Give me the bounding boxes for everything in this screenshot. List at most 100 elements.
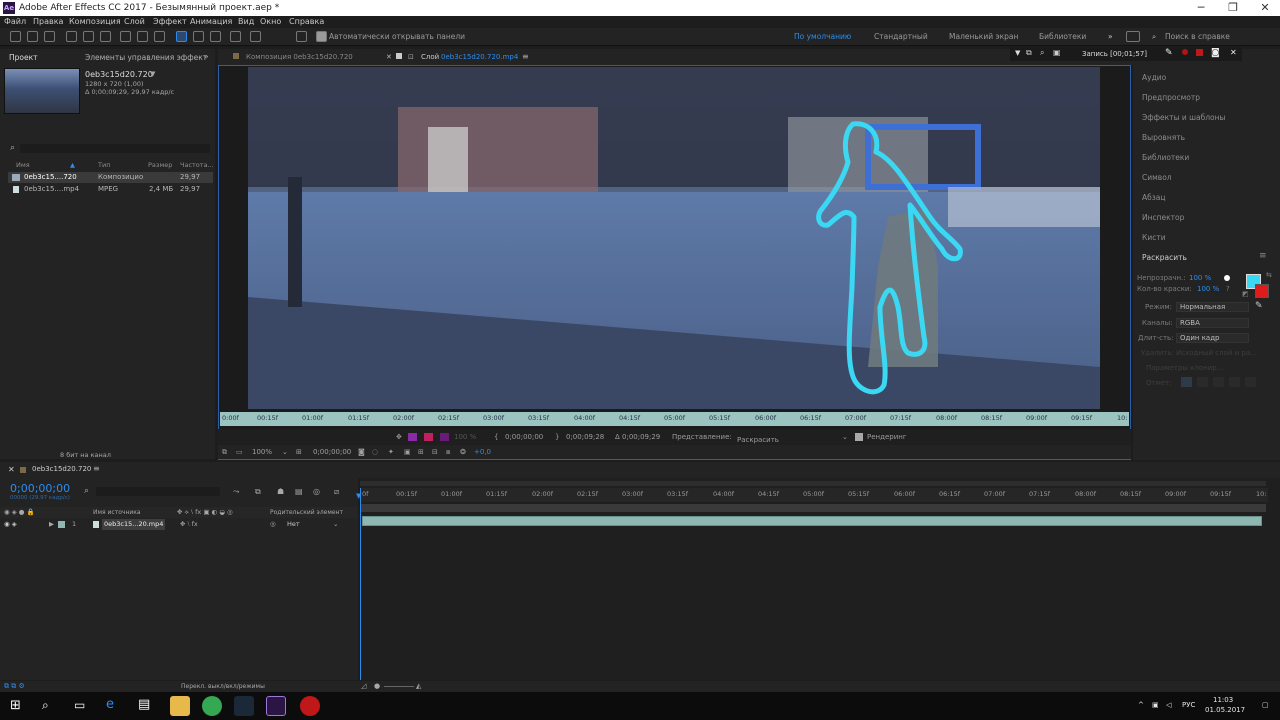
menu-file[interactable]: Файл <box>4 16 26 28</box>
start-icon[interactable]: ⊞ <box>10 698 21 713</box>
grid-icon[interactable]: ⊟ <box>432 445 438 459</box>
rectangle-tool-icon[interactable] <box>120 31 131 42</box>
zoom-in-icon[interactable]: ◭ <box>416 682 421 690</box>
panel-character[interactable]: Символ <box>1142 173 1172 182</box>
pen-tool-icon[interactable] <box>137 31 148 42</box>
frame-blending-icon[interactable]: ▤ <box>295 487 303 496</box>
shy-layers-icon[interactable]: ☗ <box>277 487 284 496</box>
layer-row[interactable]: ◉ ◈ ▶ 1 0eb3c15...20.mp4 ✥ ⧵ fx ◎ Нет ⌄ <box>0 519 358 530</box>
record-dot-icon[interactable] <box>1182 49 1188 55</box>
zoom-slider-icon[interactable]: ● <box>374 682 380 690</box>
bit-depth-button[interactable]: 8 бит на канал <box>60 451 111 459</box>
menu-layer[interactable]: Слой <box>124 16 145 28</box>
channels-dropdown[interactable]: RGBA <box>1176 318 1249 328</box>
exposure-value[interactable]: +0,0 <box>474 445 491 459</box>
close-preview-icon[interactable]: ✕ <box>1230 48 1237 57</box>
workspace-libraries[interactable]: Библиотеки <box>1039 28 1086 46</box>
playhead[interactable] <box>360 488 361 680</box>
maximize-button[interactable]: ❐ <box>1218 0 1248 16</box>
reset-exposure-icon[interactable]: ❂ <box>460 445 466 459</box>
workspace-small-screen[interactable]: Маленький экран <box>949 28 1018 46</box>
panel-brushes[interactable]: Кисти <box>1142 233 1166 242</box>
mask-icon[interactable]: ⧈ <box>446 445 450 459</box>
work-area-range[interactable] <box>360 504 1266 512</box>
status-icons[interactable]: ⧉ ⧉ ⚙ <box>4 682 25 691</box>
default-colors-icon[interactable]: ◩ <box>1242 290 1249 298</box>
layer-duration-bar[interactable] <box>362 516 1262 526</box>
transparency-grid-icon[interactable]: ⊞ <box>418 445 424 459</box>
always-preview-icon[interactable]: ⧉ <box>222 445 227 459</box>
col-parent[interactable]: Родительский элемент <box>270 509 343 516</box>
pick-whip-icon[interactable]: ◎ <box>270 520 276 528</box>
work-area-bar[interactable] <box>360 481 1266 486</box>
zoom-out-icon[interactable]: ◿ <box>361 682 366 690</box>
view-dropdown[interactable]: Раскрасить <box>734 432 850 444</box>
project-row[interactable]: 0eb3c15....mp4 MPEG 2,4 МБ 29,97 <box>8 184 213 195</box>
sort-ascending-icon[interactable]: ▲ <box>70 161 75 169</box>
layer-label-color[interactable] <box>58 521 65 528</box>
comp-flowchart-icon[interactable]: ⤳ <box>233 487 239 497</box>
menu-help[interactable]: Справка <box>289 16 324 28</box>
color-swatch-pink[interactable] <box>424 433 433 441</box>
timeline-search-input[interactable] <box>96 487 220 496</box>
pan-behind-tool-icon[interactable] <box>100 31 111 42</box>
preview-frame-icon[interactable]: ▣ <box>1053 48 1061 57</box>
search-icon[interactable]: ⌕ <box>42 698 49 713</box>
clock-date[interactable]: 01.05.2017 <box>1205 706 1245 714</box>
col-fps[interactable]: Частота... <box>180 161 214 169</box>
menu-animation[interactable]: Анимация <box>190 16 232 28</box>
background-color-swatch[interactable] <box>1255 284 1269 298</box>
menu-view[interactable]: Вид <box>238 16 254 28</box>
zoom-value[interactable]: 100% <box>252 445 272 459</box>
panel-audio[interactable]: Аудио <box>1142 73 1166 82</box>
search-help-field[interactable]: Поиск в справке <box>1165 28 1230 46</box>
network-icon[interactable]: ▣ <box>1152 701 1159 709</box>
workspace-standard[interactable]: Стандартный <box>874 28 928 46</box>
preview-search-icon[interactable]: ⌕ <box>1040 48 1044 58</box>
pen-icon[interactable]: ✎ <box>1165 48 1173 58</box>
out-point-icon[interactable]: } <box>555 429 559 445</box>
steam-icon[interactable] <box>234 696 254 716</box>
chrome-icon[interactable] <box>202 696 222 716</box>
panel-libraries[interactable]: Библиотеки <box>1142 153 1189 162</box>
zoom-dropdown-icon[interactable]: ⌄ <box>282 445 288 459</box>
opacity-value[interactable]: 100 % <box>1189 274 1211 282</box>
paint-menu-icon[interactable]: ≡ <box>1259 251 1267 261</box>
stop-icon[interactable] <box>1196 49 1203 56</box>
menu-edit[interactable]: Правка <box>33 16 63 28</box>
tab-layer-name[interactable]: 0eb3c15d20.720.mp4 <box>441 53 518 61</box>
panel-overflow-icon[interactable]: » <box>204 52 209 61</box>
timeline-search-icon[interactable]: ⌕ <box>84 486 89 496</box>
tab-menu-icon[interactable]: ≡ <box>522 52 529 61</box>
out-time[interactable]: 0;00;09;28 <box>566 429 604 445</box>
visibility-icon[interactable]: ◉ ◈ <box>4 520 17 528</box>
rotate-tool-icon[interactable] <box>66 31 77 42</box>
toolbar-menu-icon[interactable] <box>296 31 307 42</box>
project-row[interactable]: 0eb3c15....720 Композицио 29,97 <box>8 172 213 183</box>
minimize-button[interactable]: ─ <box>1186 0 1216 16</box>
tab-project[interactable]: Проект <box>9 53 38 62</box>
close-tab-icon[interactable]: ✕ <box>386 53 392 61</box>
brush-tool-icon[interactable] <box>176 31 187 42</box>
workspace-default[interactable]: По умолчанию <box>794 28 851 46</box>
panel-effects-presets[interactable]: Эффекты и шаблоны <box>1142 113 1225 122</box>
view-dropdown-arrow-icon[interactable]: ⌄ <box>842 429 848 445</box>
preview-control-icon[interactable]: ⧉ <box>1026 48 1032 58</box>
help-icon[interactable]: ? <box>1226 285 1230 293</box>
close-button[interactable]: ✕ <box>1250 0 1280 16</box>
toggle-switches-modes[interactable]: Перекл. выкл/вкл/режимы <box>181 683 265 690</box>
auto-open-checkbox[interactable] <box>316 31 327 42</box>
recorder-icon[interactable] <box>300 696 320 716</box>
expand-layer-icon[interactable]: ▶ <box>49 520 54 528</box>
tab-layer-prefix[interactable]: Слой <box>421 53 439 61</box>
parent-dropdown-icon[interactable]: ⌄ <box>333 520 338 528</box>
preview-collapse-icon[interactable]: ▼ <box>1015 49 1020 57</box>
store-icon[interactable]: ▤ <box>138 697 150 712</box>
layer-time-ruler[interactable]: 0:00f 00:15f 01:00f 01:15f 02:00f 02:15f… <box>220 412 1129 426</box>
eraser-tool-icon[interactable] <box>210 31 221 42</box>
clock-time[interactable]: 11:03 <box>1213 696 1233 704</box>
hand-tool-icon[interactable] <box>27 31 38 42</box>
mode-dropdown[interactable]: Нормальная <box>1176 302 1249 312</box>
project-search-icon[interactable]: ⌕ <box>10 143 15 153</box>
search-help-icon[interactable]: ⌕ <box>1152 28 1156 46</box>
